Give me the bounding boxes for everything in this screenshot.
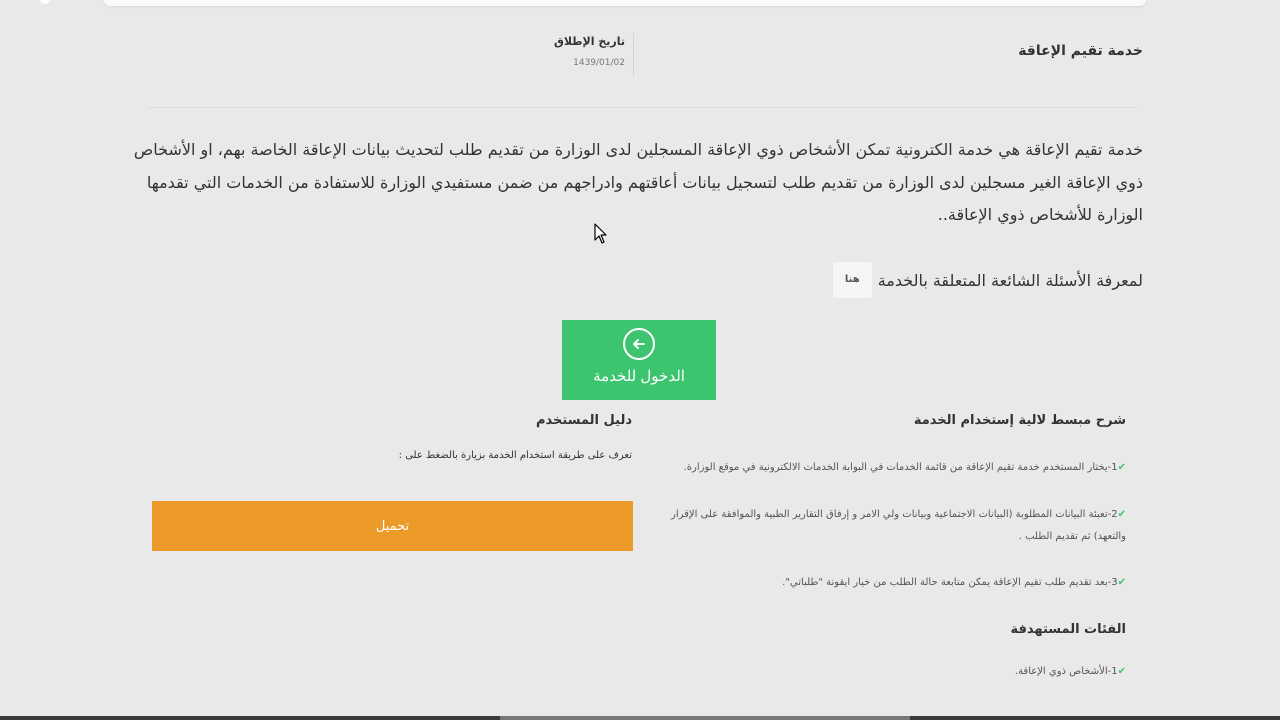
launch-info: تاريخ الإطلاق 1439/01/02 [554, 33, 634, 77]
mouse-cursor-icon [594, 223, 608, 249]
divider [148, 107, 1138, 108]
check-icon: ✔ [1117, 577, 1126, 588]
target-group-item: ✔1-الأشخاص ذوي الإعاقة. [1015, 666, 1126, 677]
bottom-bar-highlight [500, 716, 910, 720]
service-title: خدمة تقيم الإعاقة [1018, 43, 1143, 59]
target-groups-heading: الفئات المستهدفة [1010, 622, 1126, 637]
step-text: 2-تعبئة البيانات المطلوبة (البيانات الاج… [671, 509, 1126, 542]
launch-date: 1439/01/02 [573, 58, 625, 68]
step-item: ✔3-بعد تقديم طلب تقيم الإعاقة يمكن متابع… [666, 572, 1126, 594]
arrow-left-circle-icon [623, 328, 655, 360]
check-icon: ✔ [1117, 462, 1126, 473]
step-item: ✔2-تعبئة البيانات المطلوبة (البيانات الا… [666, 504, 1126, 548]
service-description: خدمة تقيم الإعاقة هي خدمة الكترونية تمكن… [133, 140, 1143, 224]
top-corner-marker [40, 0, 50, 4]
step-text: 3-بعد تقديم طلب تقيم الإعاقة يمكن متابعة… [782, 577, 1118, 588]
top-bar [104, 0, 1146, 6]
faq-link[interactable]: هنا [832, 262, 872, 298]
target-group-text: 1-الأشخاص ذوي الإعاقة. [1014, 666, 1118, 677]
faq-text: لمعرفة الأسئلة الشائعة المتعلقة بالخدمة [877, 270, 1143, 290]
launch-label: تاريخ الإطلاق [554, 35, 625, 48]
steps-heading: شرح مبسط لالية إستخدام الخدمة [913, 413, 1126, 428]
enter-service-label: الدخول للخدمة [593, 368, 685, 385]
user-guide-text: تعرف على طريقة استخدام الخدمة بزيارة بال… [398, 450, 632, 461]
check-icon: ✔ [1117, 509, 1126, 520]
enter-service-button[interactable]: الدخول للخدمة [562, 320, 716, 400]
step-text: 1-يختار المستخدم خدمة تقيم الإعاقة من قا… [683, 462, 1118, 473]
faq-row: لمعرفة الأسئلة الشائعة المتعلقة بالخدمة … [832, 262, 1143, 298]
user-guide-heading: دليل المستخدم [536, 413, 632, 428]
step-item: ✔1-يختار المستخدم خدمة تقيم الإعاقة من ق… [666, 457, 1126, 479]
check-icon: ✔ [1117, 666, 1126, 677]
download-button[interactable]: تحميل [152, 501, 633, 551]
